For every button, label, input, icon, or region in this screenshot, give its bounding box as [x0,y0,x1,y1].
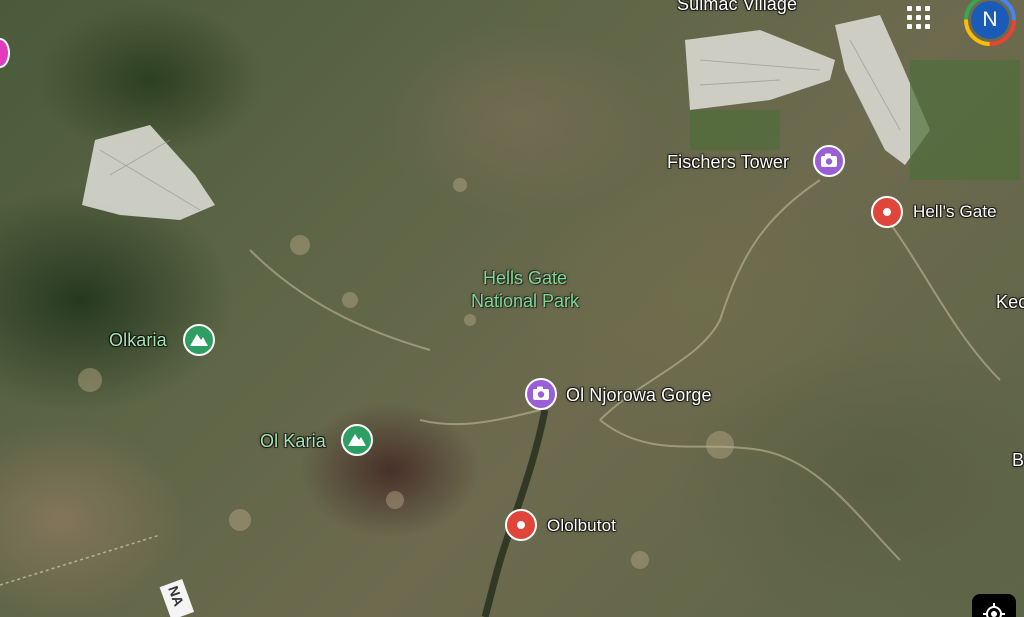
place-label-cut-right-top[interactable]: Kec [996,292,1024,313]
satellite-map[interactable]: Sulmac Village Fischers Tower Hell's Gat… [0,0,1024,617]
camera-icon [525,378,557,410]
place-label-sulmac-village[interactable]: Sulmac Village [677,0,797,15]
place-marker-icon [871,196,903,228]
my-location-button[interactable] [972,594,1016,617]
my-location-icon [983,603,1005,617]
park-label-line1: Hells Gate [482,268,568,288]
place-label-ol-njorowa-gorge[interactable]: Ol Njorowa Gorge [566,385,712,406]
park-label-line2: National Park [470,291,580,311]
fischers-tower-pin[interactable] [812,144,846,178]
account-avatar[interactable]: N [964,0,1016,46]
hells-gate-pin[interactable] [870,195,904,229]
ololbutot-pin[interactable] [504,508,538,542]
place-marker-icon [505,509,537,541]
park-label-hells-gate-national-park[interactable]: Hells Gate National Park [440,267,610,313]
avatar-letter: N [982,8,998,31]
place-label-ol-karia[interactable]: Ol Karia [260,431,326,452]
camera-icon [813,145,845,177]
place-label-fischers-tower[interactable]: Fischers Tower [667,152,789,173]
ol-karia-pin[interactable] [340,423,374,457]
apps-grid-icon[interactable] [907,6,933,32]
place-label-ololbutot[interactable]: Ololbutot [547,516,616,536]
place-label-cut-right-mid[interactable]: B [1012,450,1024,471]
place-label-olkaria[interactable]: Olkaria [109,330,167,351]
place-label-hells-gate[interactable]: Hell's Gate [913,202,997,222]
mountain-icon [341,424,373,456]
mountain-icon [183,324,215,356]
olkaria-pin[interactable] [182,323,216,357]
ol-njorowa-gorge-pin[interactable] [524,377,558,411]
